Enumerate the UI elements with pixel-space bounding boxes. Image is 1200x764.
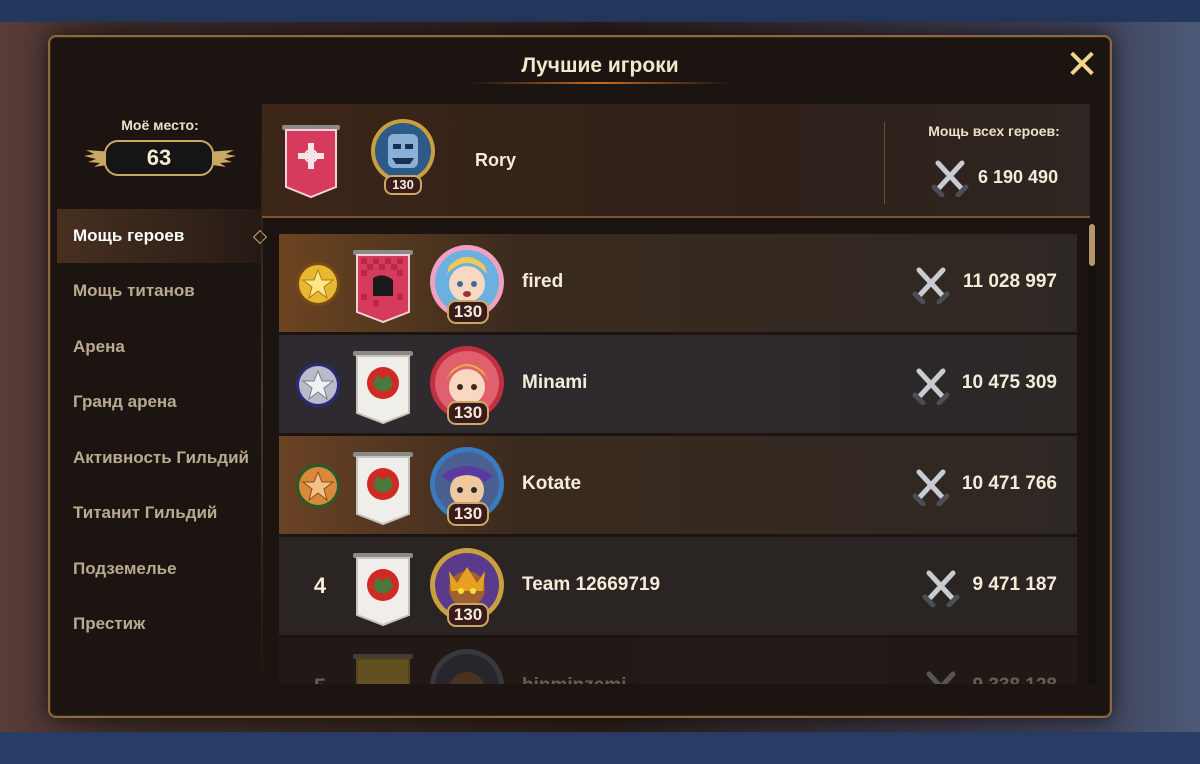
nav-item-guild-activity[interactable]: Активность Гильдий — [57, 430, 261, 486]
silver-medal-icon — [296, 363, 340, 407]
wolf-banner-icon — [353, 452, 413, 526]
nav-item-dungeon[interactable]: Подземелье — [57, 541, 261, 597]
crossed-swords-icon — [912, 469, 950, 506]
crossed-swords-icon — [912, 368, 950, 405]
nav-item-prestige[interactable]: Престиж — [57, 596, 261, 652]
leaderboard-row-5[interactable]: 5 hinmjnzemi 9 338 128 — [279, 638, 1077, 684]
leaderboard-list[interactable]: 130 fired 11 028 997 130 Minami 10 475 3… — [279, 234, 1077, 684]
nav-item-grand-arena[interactable]: Гранд арена — [57, 374, 261, 430]
leaderboard-row-3[interactable]: 130 Kotate 10 471 766 — [279, 436, 1077, 534]
pink-checkered-banner-icon — [353, 250, 413, 324]
player-avatar-icon — [430, 649, 504, 684]
nav-item-hero-power[interactable]: Мощь героев — [57, 209, 261, 263]
player-power: 11 028 997 — [962, 271, 1057, 292]
player-name: Team 12669719 — [522, 574, 661, 595]
player-level: 130 — [453, 504, 483, 523]
level-badge: 130 — [447, 300, 489, 324]
yellow-banner-icon — [353, 654, 413, 684]
my-place-label: Моё место: — [121, 117, 199, 133]
my-level: 130 — [392, 177, 414, 192]
crossed-swords-icon — [922, 570, 960, 607]
my-guild-banner-icon — [282, 125, 340, 199]
player-power: 9 471 187 — [972, 574, 1057, 595]
my-row-separator — [884, 122, 885, 204]
nav-item-arena[interactable]: Арена — [57, 319, 261, 375]
level-badge: 130 — [447, 401, 489, 425]
player-name: hinmjnzemi — [522, 675, 627, 684]
player-power: 9 338 128 — [972, 675, 1057, 684]
window-title: Лучшие игроки — [521, 54, 679, 77]
top-strip — [0, 0, 1200, 22]
player-name: Minami — [522, 372, 588, 393]
level-badge: 130 — [447, 603, 489, 627]
nav-item-guild-titanite[interactable]: Титанит Гильдий — [57, 485, 261, 541]
player-name: fired — [522, 271, 564, 292]
scrollbar-track[interactable] — [1088, 224, 1096, 684]
scrollbar-thumb[interactable] — [1089, 224, 1095, 266]
my-place-value: 63 — [104, 140, 214, 176]
close-icon[interactable]: ✕ — [1062, 45, 1102, 85]
bronze-medal-icon — [296, 464, 340, 508]
player-level: 130 — [453, 403, 483, 422]
level-badge: 130 — [447, 502, 489, 526]
all-heroes-power-label: Мощь всех героев: — [928, 123, 1060, 139]
crossed-swords-icon — [931, 160, 969, 197]
player-power: 10 471 766 — [961, 473, 1057, 494]
wolf-banner-icon — [353, 351, 413, 425]
my-power-value: 6 190 490 — [978, 167, 1059, 187]
player-level: 130 — [453, 605, 483, 624]
gold-medal-icon — [296, 262, 340, 306]
rank-number: 5 — [309, 674, 331, 684]
crossed-swords-icon — [926, 671, 956, 684]
category-nav: Мощь героев Мощь титанов Арена Гранд аре… — [57, 209, 261, 652]
crossed-swords-icon — [912, 267, 950, 304]
leaderboard-row-2[interactable]: 130 Minami 10 475 309 — [279, 335, 1077, 433]
title-underline — [470, 82, 730, 84]
rank-number: 4 — [313, 573, 327, 598]
player-level: 130 — [453, 302, 483, 321]
my-level-badge: 130 — [384, 175, 422, 195]
wolf-banner-icon — [353, 553, 413, 627]
player-power: 10 475 309 — [961, 372, 1057, 393]
my-player-name: Rory — [475, 150, 517, 170]
nav-item-titan-power[interactable]: Мощь титанов — [57, 263, 261, 319]
bottom-strip — [0, 732, 1200, 764]
leaderboard-row-1[interactable]: 130 fired 11 028 997 — [279, 234, 1077, 332]
leaderboard-row-4[interactable]: 4 130 Team 12669719 9 471 187 — [279, 537, 1077, 635]
player-name: Kotate — [522, 473, 582, 494]
